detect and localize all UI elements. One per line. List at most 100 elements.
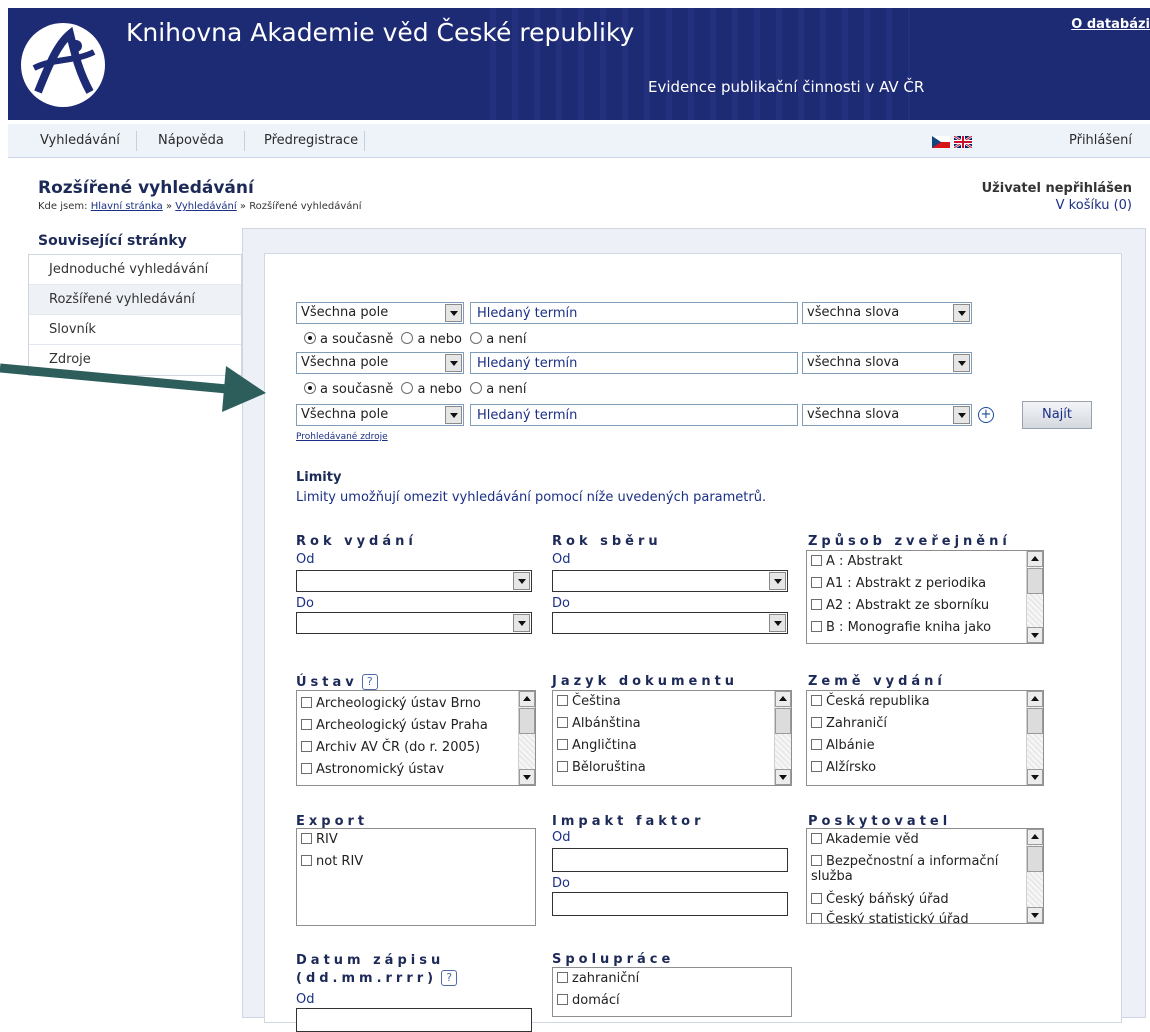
radio-or-1[interactable] [401, 332, 414, 344]
about-database-link[interactable]: O databázi [1071, 17, 1150, 32]
rok-sberu-from-select[interactable] [552, 570, 788, 592]
add-row-plus-icon[interactable]: + [978, 407, 994, 423]
help-icon[interactable]: ? [441, 970, 458, 986]
radio-and-2[interactable] [304, 382, 316, 394]
zeme-listbox[interactable]: Česká republika Zahraničí Albánie Alžírs… [806, 690, 1044, 786]
list-item[interactable]: Archeologický ústav Brno [301, 696, 481, 711]
searched-sources-link[interactable]: Prohledávané zdroje [296, 432, 388, 442]
sidebar-item-advanced-search[interactable]: Rozšířené vyhledávání [29, 285, 241, 315]
list-item[interactable]: Archiv AV ČR (do r. 2005) [301, 740, 480, 755]
checkbox[interactable] [811, 555, 822, 566]
nav-item-predregistrace[interactable]: Předregistrace [258, 124, 364, 158]
list-item[interactable]: A2 : Abstrakt ze sborníku [811, 598, 989, 613]
radio-not-1[interactable] [470, 332, 483, 344]
list-item[interactable]: Běloruština [557, 760, 646, 775]
find-button[interactable]: Najít [1022, 401, 1092, 429]
field-select-1[interactable]: Všechna pole [296, 302, 464, 324]
sidebar-item-dictionary[interactable]: Slovník [29, 315, 241, 345]
scrollbar[interactable] [1026, 551, 1043, 643]
radio-and-1[interactable] [304, 332, 316, 344]
ustav-listbox[interactable]: Archeologický ústav Brno Archeologický ú… [296, 690, 536, 786]
zpusob-listbox[interactable]: A : Abstrakt A1 : Abstrakt z periodika A… [806, 550, 1044, 644]
list-item[interactable]: not RIV [301, 854, 363, 869]
list-item[interactable]: A : Abstrakt [811, 554, 903, 569]
scroll-thumb[interactable] [1027, 568, 1043, 594]
poskytovatel-listbox[interactable]: Akademie věd Bezpečnostní a informační s… [806, 828, 1044, 924]
checkbox[interactable] [811, 577, 822, 588]
scroll-down-icon[interactable] [519, 769, 535, 785]
checkbox[interactable] [301, 741, 312, 752]
datum-from-input[interactable] [296, 1008, 532, 1032]
mode-select-3[interactable]: všechna slova [802, 404, 972, 426]
list-item[interactable]: Albánština [557, 716, 641, 731]
jazyk-listbox[interactable]: Čeština Albánština Angličtina Běloruštin… [552, 690, 792, 786]
list-item[interactable]: domácí [557, 993, 620, 1008]
export-listbox[interactable]: RIV not RIV [296, 828, 536, 926]
checkbox[interactable] [811, 739, 822, 750]
cart-link[interactable]: V košíku (0) [1056, 198, 1132, 213]
nav-item-napoveda[interactable]: Nápověda [152, 124, 230, 158]
scroll-thumb[interactable] [1027, 708, 1043, 734]
checkbox[interactable] [301, 763, 312, 774]
checkbox[interactable] [557, 739, 568, 750]
scroll-down-icon[interactable] [1027, 769, 1043, 785]
list-item[interactable]: Alžírsko [811, 760, 876, 775]
list-item[interactable]: Česká republika [811, 694, 930, 709]
scroll-thumb[interactable] [1027, 846, 1043, 872]
checkbox[interactable] [557, 717, 568, 728]
checkbox[interactable] [557, 695, 568, 706]
list-item[interactable]: Bezpečnostní a informační služba [811, 854, 1007, 884]
rok-vydani-to-select[interactable] [296, 612, 532, 634]
checkbox[interactable] [557, 994, 568, 1005]
scrollbar[interactable] [1026, 691, 1043, 785]
radio-or-2[interactable] [401, 382, 414, 394]
akademie-logo-icon[interactable] [20, 22, 106, 108]
list-item[interactable]: Český statistický úřad [811, 912, 969, 923]
scrollbar[interactable] [774, 691, 791, 785]
scroll-up-icon[interactable] [519, 691, 535, 707]
spoluprace-listbox[interactable]: zahraniční domácí [552, 967, 792, 1017]
czech-flag-icon[interactable] [932, 136, 950, 148]
field-select-3[interactable]: Všechna pole [296, 404, 464, 426]
list-item[interactable]: Akademie věd [811, 832, 919, 847]
checkbox[interactable] [811, 833, 822, 844]
radio-not-2[interactable] [470, 382, 483, 394]
scrollbar[interactable] [518, 691, 535, 785]
rok-sberu-to-select[interactable] [552, 612, 788, 634]
list-item[interactable]: zahraniční [557, 971, 639, 986]
rok-vydani-from-select[interactable] [296, 570, 532, 592]
checkbox[interactable] [301, 855, 312, 866]
breadcrumb-home-link[interactable]: Hlavní stránka [91, 201, 163, 212]
uk-flag-icon[interactable] [954, 136, 972, 148]
nav-item-vyhledavani[interactable]: Vyhledávání [34, 124, 126, 158]
impakt-to-input[interactable] [552, 892, 788, 916]
list-item[interactable]: RIV [301, 832, 338, 847]
mode-select-1[interactable]: všechna slova [802, 302, 972, 324]
list-item[interactable]: Čeština [557, 694, 621, 709]
checkbox[interactable] [811, 695, 822, 706]
checkbox[interactable] [557, 761, 568, 772]
checkbox[interactable] [557, 972, 568, 983]
scroll-up-icon[interactable] [1027, 829, 1043, 845]
scroll-up-icon[interactable] [1027, 551, 1043, 567]
checkbox[interactable] [301, 697, 312, 708]
search-term-input-3[interactable]: Hledaný termín [470, 404, 798, 426]
search-term-input-2[interactable]: Hledaný termín [470, 352, 798, 374]
scrollbar[interactable] [1026, 829, 1043, 923]
scroll-up-icon[interactable] [1027, 691, 1043, 707]
login-link[interactable]: Přihlášení [1063, 124, 1138, 158]
mode-select-2[interactable]: všechna slova [802, 352, 972, 374]
list-item[interactable]: Angličtina [557, 738, 637, 753]
scroll-down-icon[interactable] [1027, 907, 1043, 923]
scroll-down-icon[interactable] [1027, 627, 1043, 643]
help-icon[interactable]: ? [361, 674, 378, 690]
scroll-down-icon[interactable] [775, 769, 791, 785]
checkbox[interactable] [811, 599, 822, 610]
checkbox[interactable] [811, 913, 822, 923]
checkbox[interactable] [811, 761, 822, 772]
impakt-from-input[interactable] [552, 848, 788, 872]
list-item[interactable]: Zahraničí [811, 716, 887, 731]
list-item[interactable]: Astronomický ústav [301, 762, 444, 777]
list-item[interactable]: A1 : Abstrakt z periodika [811, 576, 986, 591]
scroll-thumb[interactable] [775, 708, 791, 734]
